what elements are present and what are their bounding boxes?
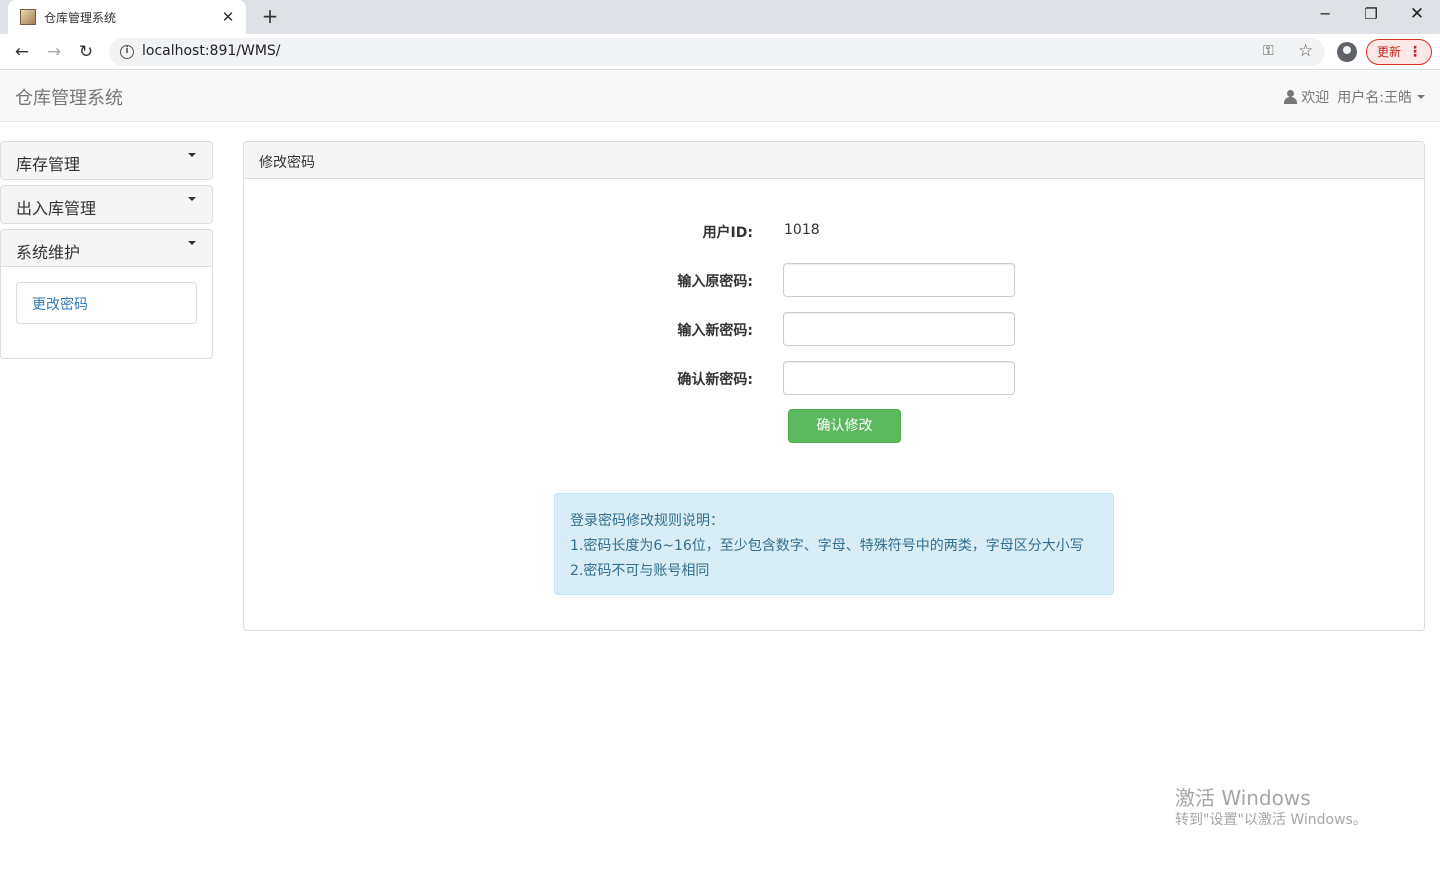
confirm-password-label: 确认新密码: <box>677 372 753 388</box>
welcome-text: 欢迎 <box>1301 90 1330 106</box>
new-password-label: 输入新密码: <box>677 323 753 339</box>
confirm-change-button[interactable]: 确认修改 <box>788 409 901 443</box>
update-button[interactable]: 更新 ⋮ <box>1366 39 1432 65</box>
sidebar: 库存管理 出入库管理 系统维护 更改密码 <box>0 141 213 364</box>
panel-title: 修改密码 <box>244 142 1424 179</box>
app-navbar: 仓库管理系统 欢迎 用户名:王皓 <box>0 71 1440 122</box>
browser-tabstrip: 仓库管理系统 ✕ + ─ ❐ ✕ <box>0 0 1440 34</box>
rule-item-2: 2.密码不可与账号相同 <box>570 563 710 579</box>
sidebar-section-system: 系统维护 更改密码 <box>0 229 213 359</box>
user-icon <box>1284 90 1298 104</box>
sidebar-header-label: 库存管理 <box>16 155 81 174</box>
old-password-label: 输入原密码: <box>677 274 753 290</box>
sidebar-header-system[interactable]: 系统维护 <box>1 230 212 267</box>
site-info-icon[interactable]: i <box>120 45 134 59</box>
caret-down-icon <box>188 241 196 245</box>
sidebar-section-body: 更改密码 <box>1 267 212 358</box>
window-close-button[interactable]: ✕ <box>1394 0 1440 30</box>
app-brand[interactable]: 仓库管理系统 <box>15 84 123 110</box>
window-minimize-button[interactable]: ─ <box>1302 0 1348 30</box>
sidebar-section-inout: 出入库管理 <box>0 185 213 224</box>
rule-item-1: 1.密码长度为6~16位，至少包含数字、字母、特殊符号中的两类，字母区分大小写 <box>570 538 1084 554</box>
sidebar-header-label: 系统维护 <box>16 243 81 262</box>
url-text[interactable]: localhost:891/WMS/ <box>142 43 281 59</box>
sidebar-header-inout[interactable]: 出入库管理 <box>1 186 212 223</box>
favicon-icon <box>20 9 36 25</box>
back-arrow-icon[interactable]: ← <box>9 39 35 65</box>
user-dropdown[interactable]: 欢迎 用户名:王皓 <box>1284 87 1425 107</box>
new-password-row: 输入新密码: <box>244 312 1424 346</box>
tab-close-icon[interactable]: ✕ <box>220 9 236 25</box>
tab-title: 仓库管理系统 <box>44 10 117 25</box>
update-label: 更新 <box>1377 45 1402 59</box>
rules-heading: 登录密码修改规则说明： <box>570 513 724 529</box>
confirm-password-row: 确认新密码: <box>244 361 1424 395</box>
user-id-row: 用户ID: 1018 <box>244 214 1424 248</box>
address-bar[interactable]: i localhost:891/WMS/ ⚿ ☆ <box>109 38 1325 66</box>
profile-avatar-icon[interactable] <box>1337 42 1357 62</box>
username-text: 用户名:王皓 <box>1337 90 1412 106</box>
browser-toolbar: ← → ↻ i localhost:891/WMS/ ⚿ ☆ 更新 ⋮ <box>0 34 1440 70</box>
menu-dots-icon: ⋮ <box>1408 44 1422 60</box>
forward-arrow-icon[interactable]: → <box>41 39 67 65</box>
bookmark-star-icon[interactable]: ☆ <box>1298 41 1313 61</box>
caret-down-icon <box>1417 95 1425 99</box>
caret-down-icon <box>188 153 196 157</box>
browser-tab[interactable]: 仓库管理系统 ✕ <box>8 0 246 34</box>
user-id-label: 用户ID: <box>702 225 753 241</box>
new-password-input[interactable] <box>783 312 1015 346</box>
sidebar-header-label: 出入库管理 <box>16 199 97 218</box>
watermark-title: 激活 Windows <box>1175 786 1311 810</box>
old-password-row: 输入原密码: <box>244 263 1424 297</box>
window-restore-button[interactable]: ❐ <box>1348 0 1394 30</box>
sidebar-header-inventory[interactable]: 库存管理 <box>1 142 212 179</box>
password-key-icon[interactable]: ⚿ <box>1263 43 1274 59</box>
confirm-password-input[interactable] <box>783 361 1015 395</box>
watermark-subtitle: 转到"设置"以激活 Windows。 <box>1175 812 1367 828</box>
password-rules-alert: 登录密码修改规则说明： 1.密码长度为6~16位，至少包含数字、字母、特殊符号中… <box>554 493 1114 595</box>
change-password-panel: 修改密码 用户ID: 1018 输入原密码: 输入新密码: 确认新密码: 确认修… <box>243 141 1425 631</box>
sidebar-item-change-password[interactable]: 更改密码 <box>16 282 197 324</box>
caret-down-icon <box>188 197 196 201</box>
sidebar-section-inventory: 库存管理 <box>0 141 213 180</box>
user-id-value: 1018 <box>784 222 820 238</box>
new-tab-button[interactable]: + <box>258 5 282 29</box>
old-password-input[interactable] <box>783 263 1015 297</box>
reload-icon[interactable]: ↻ <box>73 39 99 65</box>
